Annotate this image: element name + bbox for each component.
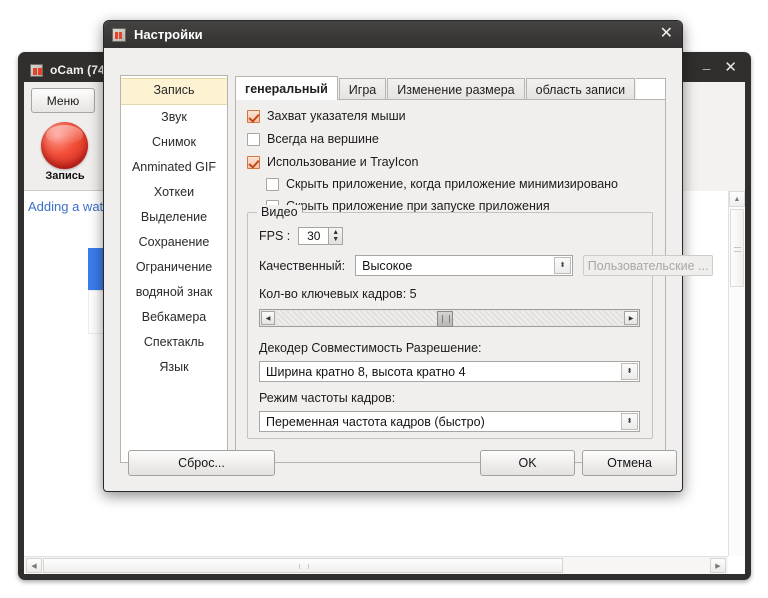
checkbox-row-use-trayicon[interactable]: Использование и TrayIcon	[247, 155, 665, 169]
checkbox-row-hide-on-startup[interactable]: Скрыть приложение при запуске приложения	[266, 199, 665, 213]
settings-tab-area: генеральный Игра Изменение размера облас…	[235, 76, 714, 463]
quality-select[interactable]: Высокое ⬍	[355, 255, 574, 276]
screen: oCam (74, – ✕ Меню Запись Adding a wat A…	[0, 0, 768, 598]
tab-strip-filler	[636, 78, 666, 100]
tab-record-area[interactable]: область записи	[525, 78, 636, 100]
sidebar-item-performance[interactable]: Спектакль	[121, 330, 227, 355]
checkbox-capture-cursor[interactable]	[247, 109, 260, 123]
framerate-select-value: Переменная частота кадров (быстро)	[266, 414, 485, 429]
page-link[interactable]: Adding a wat	[28, 199, 103, 214]
scroll-left-icon[interactable]: ◀	[26, 558, 42, 573]
checkbox-label-hide-on-startup: Скрыть приложение при запуске приложения	[286, 199, 550, 213]
tab-resize[interactable]: Изменение размера	[387, 78, 525, 100]
chevron-updown-icon[interactable]: ⬍	[621, 413, 638, 430]
checkbox-label-capture-cursor: Захват указателя мыши	[267, 109, 406, 123]
tab-strip: генеральный Игра Изменение размера облас…	[235, 76, 666, 100]
checkbox-always-on-top[interactable]	[247, 132, 260, 146]
dialog-title: Настройки	[134, 27, 203, 42]
record-label: Запись	[45, 170, 85, 182]
sidebar-item-zapis[interactable]: Запись	[121, 78, 227, 105]
settings-dialog: Настройки ✕ Запись Звук Снимок Anminated…	[103, 20, 714, 492]
ok-button[interactable]: OK	[480, 450, 575, 476]
checkbox-row-capture-cursor[interactable]: Захват указателя мыши	[247, 109, 665, 123]
decoder-label: Декодер Совместимость Разрешение:	[259, 341, 482, 355]
sidebar-item-limit[interactable]: Ограничение	[121, 255, 227, 280]
video-group-box: Видео FPS : 30 ▲ ▼ Качественный: Высокое…	[247, 205, 714, 439]
quality-label: Качественный:	[259, 258, 346, 273]
ocam-window-controls: – ✕	[703, 60, 737, 75]
checkbox-label-use-trayicon: Использование и TrayIcon	[267, 155, 419, 169]
chevron-updown-icon[interactable]: ⬍	[621, 363, 638, 380]
keyframes-label: Кол-во ключевых кадров: 5	[259, 287, 417, 301]
slider-thumb[interactable]	[437, 311, 454, 327]
slider-left-arrow-icon[interactable]: ◀	[261, 311, 275, 325]
tab-general[interactable]: генеральный	[235, 76, 338, 100]
fps-stepper[interactable]: ▲ ▼	[328, 227, 344, 245]
close-icon[interactable]: ✕	[660, 25, 673, 43]
checkbox-label-hide-when-minimized: Скрыть приложение, когда приложение мини…	[286, 177, 619, 191]
keyframes-row: Кол-во ключевых кадров: 5	[259, 287, 417, 301]
fps-row: FPS : 30 ▲ ▼	[259, 227, 344, 245]
sidebar-item-hotkeys[interactable]: Хоткеи	[121, 180, 227, 205]
ocam-icon	[30, 63, 43, 77]
spinner-down-icon[interactable]: ▼	[329, 235, 342, 244]
sidebar-item-animated-gif[interactable]: Anminated GIF	[121, 155, 227, 180]
record-button-icon[interactable]	[41, 122, 88, 169]
close-icon[interactable]: ✕	[724, 60, 737, 75]
video-group-title: Видео	[257, 205, 302, 219]
framerate-label: Режим частоты кадров:	[259, 391, 396, 405]
menu-button[interactable]: Меню	[31, 88, 95, 113]
checkbox-label-always-on-top: Всегда на вершине	[267, 132, 379, 146]
sidebar-item-webcam[interactable]: Вебкамера	[121, 305, 227, 330]
framerate-select[interactable]: Переменная частота кадров (быстро) ⬍	[259, 411, 640, 432]
checkbox-row-hide-when-minimized[interactable]: Скрыть приложение, когда приложение мини…	[266, 177, 665, 191]
decoder-select-value: Ширина кратно 8, высота кратно 4	[266, 364, 466, 379]
decoder-label-row: Декодер Совместимость Разрешение:	[259, 341, 482, 355]
fps-input[interactable]: 30	[298, 227, 329, 245]
checkbox-use-trayicon[interactable]	[247, 155, 260, 169]
sidebar-item-snimok[interactable]: Снимок	[121, 130, 227, 155]
fps-label: FPS :	[259, 229, 291, 243]
checkbox-hide-when-minimized[interactable]	[266, 177, 279, 191]
cancel-button[interactable]: Отмена	[582, 450, 677, 476]
vertical-scroll-thumb[interactable]	[730, 209, 744, 287]
horizontal-scroll-thumb[interactable]	[43, 558, 563, 573]
decoder-select[interactable]: Ширина кратно 8, высота кратно 4 ⬍	[259, 361, 640, 382]
checkbox-row-always-on-top[interactable]: Всегда на вершине	[247, 132, 665, 146]
tab-game[interactable]: Игра	[338, 78, 387, 100]
sidebar-item-selection[interactable]: Выделение	[121, 205, 227, 230]
quality-select-value: Высокое	[362, 258, 413, 273]
sidebar-item-save[interactable]: Сохранение	[121, 230, 227, 255]
sidebar-item-zvuk[interactable]: Звук	[121, 105, 227, 130]
sidebar-item-language[interactable]: Язык	[121, 355, 227, 380]
dialog-body: Запись Звук Снимок Anminated GIF Хоткеи …	[104, 48, 714, 491]
slider-track[interactable]	[277, 311, 622, 327]
sidebar-item-watermark[interactable]: водяной знак	[121, 280, 227, 305]
reset-button[interactable]: Сброс...	[128, 450, 275, 476]
quality-row: Качественный: Высокое ⬍ Пользовательские…	[259, 255, 714, 276]
chevron-updown-icon[interactable]: ⬍	[554, 257, 572, 274]
scroll-right-icon[interactable]: ▶	[710, 558, 726, 573]
vertical-scrollbar[interactable]: ▲	[728, 191, 745, 556]
tab-panel-general: Захват указателя мыши Всегда на вершине …	[235, 99, 714, 463]
slider-right-arrow-icon[interactable]: ▶	[624, 311, 638, 325]
settings-category-list[interactable]: Запись Звук Снимок Anminated GIF Хоткеи …	[120, 75, 228, 463]
ocam-icon	[112, 27, 126, 42]
ocam-title: oCam (74,	[50, 63, 109, 77]
custom-settings-button: Пользовательские ...	[583, 255, 714, 276]
minimize-icon[interactable]: –	[703, 61, 711, 75]
horizontal-scrollbar[interactable]: ◀ ▶	[24, 556, 728, 574]
keyframes-slider[interactable]: ◀ ▶	[259, 309, 640, 327]
framerate-label-row: Режим частоты кадров:	[259, 391, 395, 405]
dialog-titlebar: Настройки ✕	[104, 21, 682, 48]
scroll-up-icon[interactable]: ▲	[729, 191, 745, 207]
ocam-toolbar: Меню Запись	[24, 82, 107, 191]
